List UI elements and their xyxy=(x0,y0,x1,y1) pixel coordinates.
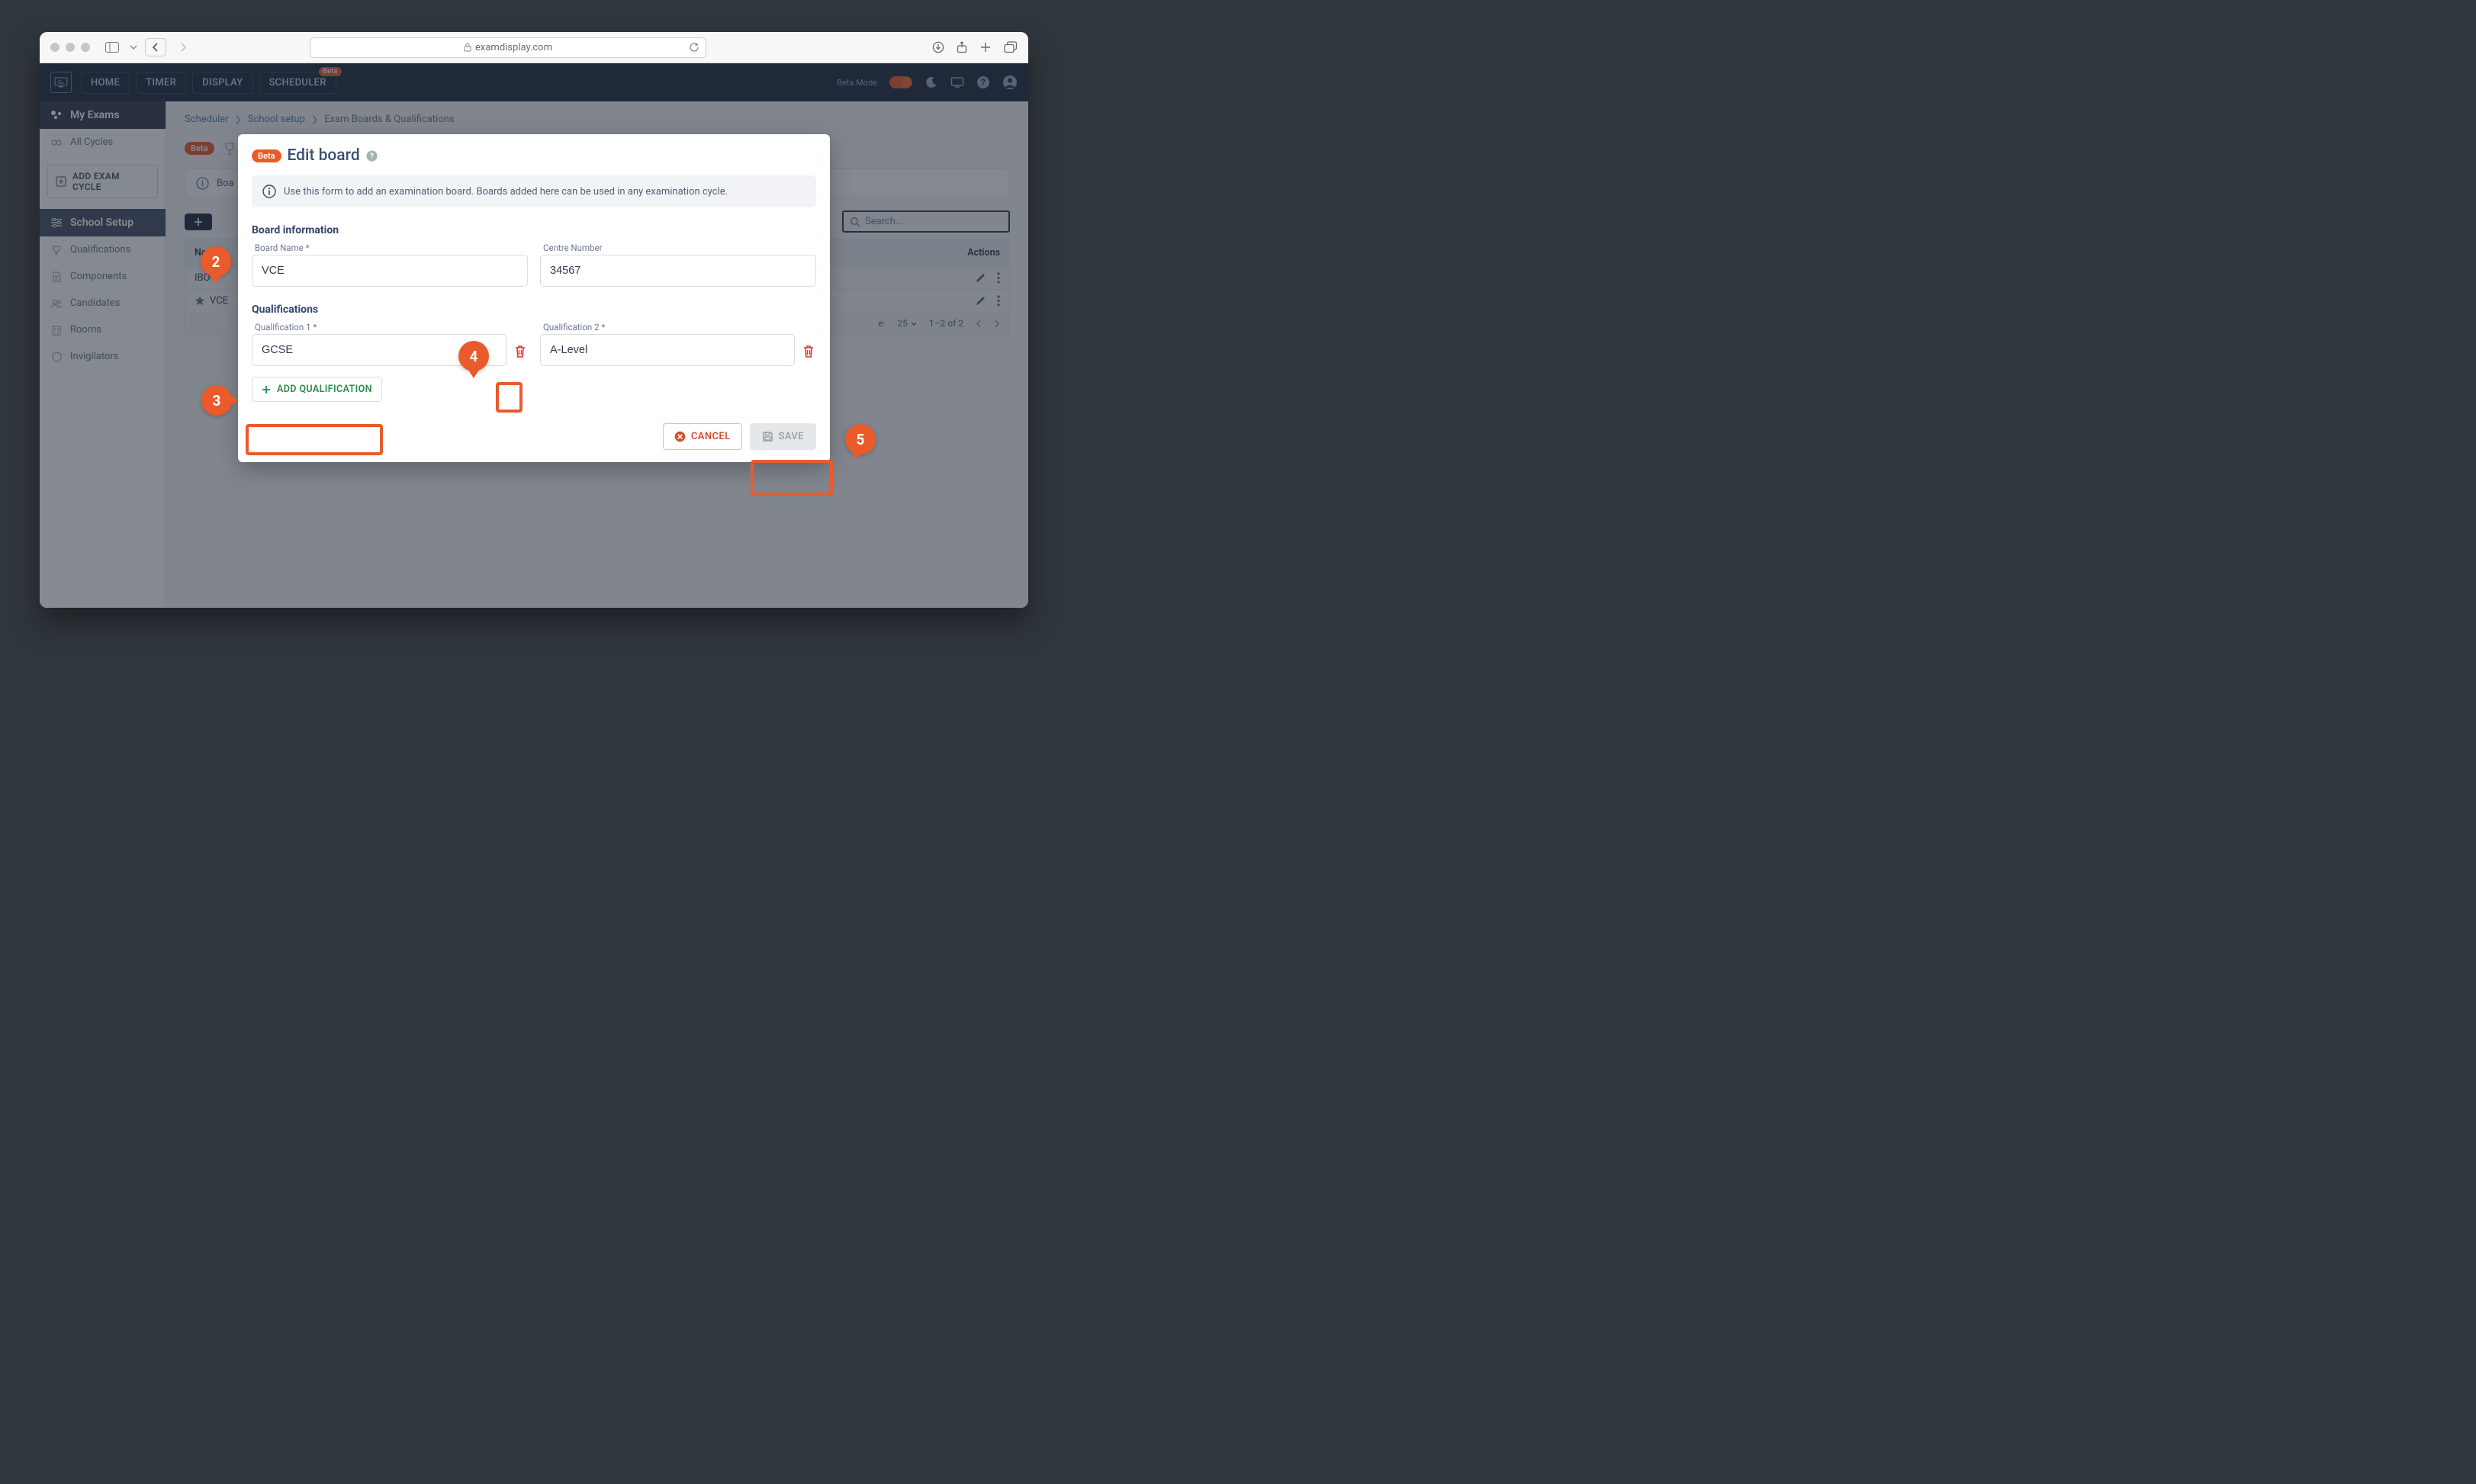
board-fields-row: Board Name * Centre Number xyxy=(252,243,816,287)
callout-4-label: 4 xyxy=(470,348,478,365)
board-name-label: Board Name * xyxy=(252,243,528,253)
lock-icon xyxy=(464,43,471,52)
callout-5-label: 5 xyxy=(857,431,865,448)
url-host: examdisplay.com xyxy=(475,42,552,53)
delete-qualification-1-button[interactable] xyxy=(513,345,528,366)
delete-qualification-2-button[interactable] xyxy=(801,345,816,366)
save-button[interactable]: SAVE xyxy=(750,423,816,450)
chevron-down-icon[interactable] xyxy=(128,39,139,56)
dialog-title-row: Beta Edit board ? xyxy=(252,146,816,165)
share-icon[interactable] xyxy=(957,41,967,53)
centre-number-label: Centre Number xyxy=(540,243,816,253)
add-qualification-button[interactable]: ADD QUALIFICATION xyxy=(252,377,382,402)
dialog-info-text: Use this form to add an examination boar… xyxy=(284,186,728,198)
qualification-2-label: Qualification 2 * xyxy=(540,322,795,332)
centre-number-field: Centre Number xyxy=(540,243,816,287)
browser-window: examdisplay.com HOME TIMER DISPLAY SCHED… xyxy=(40,32,1028,608)
browser-toolbar: examdisplay.com xyxy=(40,32,1028,63)
dialog-beta-badge: Beta xyxy=(252,149,281,162)
save-label: SAVE xyxy=(779,431,804,442)
address-bar[interactable]: examdisplay.com xyxy=(310,37,706,58)
info-icon xyxy=(262,185,276,198)
close-window[interactable] xyxy=(50,43,59,52)
downloads-icon[interactable] xyxy=(932,41,944,53)
sidebar-toggle-icon[interactable] xyxy=(102,39,122,56)
qualification-2-input[interactable] xyxy=(540,334,795,366)
cancel-icon xyxy=(674,431,686,442)
window-controls xyxy=(50,43,90,52)
centre-number-input[interactable] xyxy=(540,255,816,287)
edit-board-dialog: Beta Edit board ? Use this form to add a… xyxy=(238,134,830,462)
plus-icon xyxy=(262,385,271,394)
toolbar-right xyxy=(932,41,1018,53)
board-name-input[interactable] xyxy=(252,255,528,287)
highlight-delete-qualification xyxy=(496,382,523,413)
callout-4: 4 xyxy=(458,341,489,371)
dialog-help-icon[interactable]: ? xyxy=(366,150,378,162)
section-qualifications: Qualifications xyxy=(252,304,816,316)
zoom-window[interactable] xyxy=(81,43,90,52)
callout-5: 5 xyxy=(845,424,876,455)
callout-2-label: 2 xyxy=(212,253,220,271)
refresh-icon[interactable] xyxy=(689,42,699,53)
qualification-1-label: Qualification 1 * xyxy=(252,322,506,332)
callout-3: 3 xyxy=(201,385,232,416)
qualifications-row: Qualification 1 * Qualification 2 * xyxy=(252,322,816,366)
save-icon xyxy=(762,431,773,442)
section-board-information: Board information xyxy=(252,224,816,236)
nav-forward-button[interactable] xyxy=(172,38,194,56)
callout-2: 2 xyxy=(201,246,231,277)
nav-back-button[interactable] xyxy=(145,38,166,56)
cancel-label: CANCEL xyxy=(691,431,731,442)
qualification-2-col: Qualification 2 * xyxy=(540,322,816,366)
minimize-window[interactable] xyxy=(66,43,75,52)
new-tab-icon[interactable] xyxy=(979,41,992,53)
callout-3-label: 3 xyxy=(213,392,221,410)
dialog-title: Edit board xyxy=(288,146,360,165)
board-name-field: Board Name * xyxy=(252,243,528,287)
highlight-add-qualification xyxy=(246,424,383,455)
dialog-info-banner: Use this form to add an examination boar… xyxy=(252,175,816,207)
svg-text:?: ? xyxy=(370,153,374,161)
tabs-icon[interactable] xyxy=(1004,41,1018,53)
add-qualification-label: ADD QUALIFICATION xyxy=(277,384,372,395)
cancel-button[interactable]: CANCEL xyxy=(663,423,742,450)
highlight-save xyxy=(751,460,833,496)
